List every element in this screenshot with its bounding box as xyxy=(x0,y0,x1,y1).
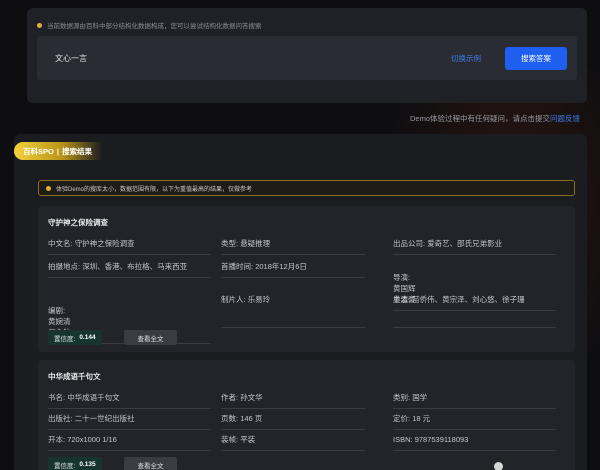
field-value: 平装 xyxy=(240,435,256,444)
tip-row: 当前数据源由百科中部分结构化数据构成，您可以尝试结构化数据问答搜索 xyxy=(37,20,262,30)
field-value: 146 页 xyxy=(240,414,263,423)
results-tag: 百科SPO | 搜索结果 xyxy=(14,142,102,160)
field-key: 装帧: xyxy=(221,435,239,444)
field-key: 出品公司: xyxy=(393,239,426,248)
field-starring: 主演: 苗侨伟、黄宗泽、刘心悠、徐子珊 xyxy=(393,294,556,328)
results-tag-label: 搜索结果 xyxy=(61,146,92,156)
confidence-value: 0.144 xyxy=(79,334,96,341)
confidence-label: 置信度: xyxy=(54,462,76,470)
field-value: 深圳、香港、布拉格、马来西亚 xyxy=(82,262,188,271)
field-publisher: 出版社: 二十一世纪出版社 xyxy=(48,413,211,430)
search-input[interactable]: 文心一言 切换示例 搜索答案 xyxy=(37,36,577,80)
field-value: 孙文华 xyxy=(240,393,263,402)
confidence-badge: 置信度: 0.144 xyxy=(48,330,102,345)
view-full-button[interactable]: 查看全文 xyxy=(124,457,177,470)
field-key: 主演: xyxy=(393,295,411,304)
results-tag-divider: | xyxy=(56,146,59,156)
field-key: 开本: xyxy=(48,435,66,444)
field-value: 2018年12月6日 xyxy=(255,262,307,271)
field-price: 定价: 18 元 xyxy=(393,413,556,430)
field-binding: 装帧: 平装 xyxy=(221,434,365,451)
notice-bar: 体验Demo的搜库太小，数据范围有限，以下为重值最高的结果，仅做参考 xyxy=(38,180,575,196)
confidence-badge: 置信度: 0.135 xyxy=(48,457,102,470)
field-premiere-date: 首播时间: 2018年12月6日 xyxy=(221,261,365,278)
field-key: 拍摄地点: xyxy=(48,262,81,271)
field-key: 类别: xyxy=(393,393,411,402)
field-value: 乐易玲 xyxy=(247,295,271,304)
result-card: 守护神之保险调查 中文名: 守护神之保险调查 类型: 悬疑推理 出品公司: 爱奇… xyxy=(38,206,575,352)
field-value: 国学 xyxy=(412,393,428,402)
field-value: 720x1000 1/16 xyxy=(67,435,117,444)
field-category: 类别: 国学 xyxy=(393,392,556,409)
field-key: 定价: xyxy=(393,414,411,423)
result-card-title: 中华成语千句文 xyxy=(48,372,101,381)
feedback-link[interactable]: 问题反馈 xyxy=(550,114,580,123)
field-type: 类型: 悬疑推理 xyxy=(221,238,365,255)
field-pages: 页数: 146 页 xyxy=(221,413,365,430)
search-query-text[interactable]: 文心一言 xyxy=(55,53,87,64)
field-format: 开本: 720x1000 1/16 xyxy=(48,434,211,451)
feedback-text: Demo体验过程中有任何疑问，请点击提交 xyxy=(409,114,550,123)
feedback-row: Demo体验过程中有任何疑问，请点击提交问题反馈 xyxy=(410,113,580,124)
field-key: 作者: xyxy=(221,393,239,402)
results-tag-prefix: 百科SPO xyxy=(23,146,54,156)
result-card: 中华成语千句文 书名: 中华成语千句文 作者: 孙文华 类别: 国学 出版社: … xyxy=(38,360,575,470)
field-book-name: 书名: 中华成语千句文 xyxy=(48,392,211,409)
result-card-title: 守护神之保险调查 xyxy=(48,218,108,227)
confidence-label: 置信度: xyxy=(54,335,76,343)
results-panel: 百科SPO | 搜索结果 体验Demo的搜库太小，数据范围有限，以下为重值最高的… xyxy=(14,134,587,470)
field-key: 类型: xyxy=(221,239,239,248)
field-value: 爱奇艺、邵氏兄弟影业 xyxy=(427,239,503,248)
field-key: 导演: xyxy=(393,273,411,282)
field-value: 9787539118093 xyxy=(414,435,469,444)
field-value: 悬疑推理 xyxy=(240,239,271,248)
field-key: 中文名: xyxy=(48,239,73,248)
field-key: 制片人: xyxy=(221,295,246,304)
view-full-button[interactable]: 查看全文 xyxy=(124,330,177,345)
switch-example-link[interactable]: 切换示例 xyxy=(451,53,481,64)
field-key: 页数: xyxy=(221,414,239,423)
field-value: 中华成语千句文 xyxy=(67,393,120,402)
info-dot-icon xyxy=(37,22,42,28)
notice-text: 体验Demo的搜库太小，数据范围有限，以下为重值最高的结果，仅做参考 xyxy=(56,186,253,193)
field-author: 作者: 孙文华 xyxy=(221,392,365,409)
field-value: 苗侨伟、黄宗泽、刘心悠、徐子珊 xyxy=(412,295,525,304)
field-chinese-name: 中文名: 守护神之保险调查 xyxy=(48,238,211,255)
confidence-value: 0.135 xyxy=(79,461,96,468)
field-key: 编剧: xyxy=(48,306,66,315)
field-key: 书名: xyxy=(48,393,66,402)
scroll-indicator-icon[interactable] xyxy=(494,462,503,470)
field-value: 守护神之保险调查 xyxy=(74,239,135,248)
field-isbn: ISBN: 9787539118093 xyxy=(393,434,556,451)
field-key: 出版社: xyxy=(48,414,73,423)
field-producer: 制片人: 乐易玲 xyxy=(221,294,365,328)
search-panel: 当前数据源由百科中部分结构化数据构成，您可以尝试结构化数据问答搜索 文心一言 切… xyxy=(27,8,587,103)
field-key: 首播时间: xyxy=(221,262,254,271)
field-value: 二十一世纪出版社 xyxy=(74,414,135,423)
field-key: ISBN: xyxy=(393,435,413,444)
search-button[interactable]: 搜索答案 xyxy=(505,47,567,70)
warning-dot-icon xyxy=(46,185,51,191)
field-value: 18 元 xyxy=(412,414,431,423)
field-shooting-location: 拍摄地点: 深圳、香港、布拉格、马来西亚 xyxy=(48,261,211,278)
tip-text: 当前数据源由百科中部分结构化数据构成，您可以尝试结构化数据问答搜索 xyxy=(47,23,262,30)
field-producer-company: 出品公司: 爱奇艺、邵氏兄弟影业 xyxy=(393,238,556,255)
